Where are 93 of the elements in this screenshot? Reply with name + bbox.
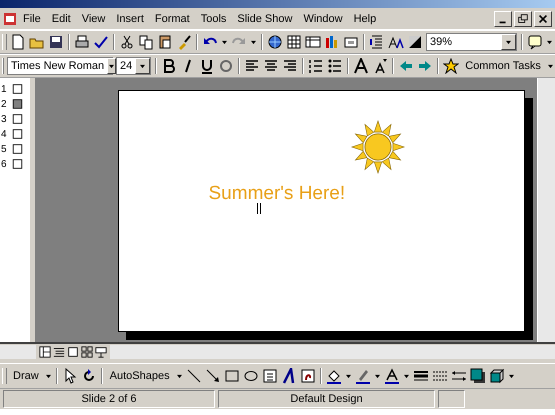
align-center-icon[interactable] (263, 58, 280, 74)
document-icon[interactable] (3, 12, 17, 26)
slide-title: Summer's Here! (208, 183, 346, 205)
slide-view-icon[interactable] (67, 346, 79, 358)
slide-sorter-icon[interactable] (81, 346, 93, 358)
numbered-list-icon[interactable] (308, 58, 324, 74)
status-panel (438, 390, 465, 408)
zoom-dropdown[interactable]: 39% (426, 33, 517, 51)
font-dropdown[interactable]: Times New Roman (7, 57, 113, 75)
slide-icon[interactable] (11, 113, 24, 125)
new-document-icon[interactable] (10, 34, 26, 50)
star-icon[interactable] (443, 58, 460, 74)
horizontal-scrollbar[interactable] (110, 345, 555, 359)
close-icon[interactable] (537, 12, 549, 24)
status-design-name: Default Design (218, 390, 435, 408)
fill-color-icon[interactable] (326, 368, 342, 384)
menu-item[interactable]: View (76, 12, 110, 26)
scissors-icon[interactable] (118, 34, 135, 50)
arrow-style-icon[interactable] (450, 368, 467, 384)
slide-number: 5 (1, 144, 8, 154)
line-icon[interactable] (186, 368, 202, 384)
dropdown-caret-icon[interactable] (108, 64, 116, 68)
table-icon[interactable] (286, 34, 302, 50)
common-tasks-button[interactable]: Common Tasks (462, 59, 544, 73)
arrow-icon[interactable] (204, 368, 221, 384)
dropdown-caret-icon[interactable] (402, 374, 410, 378)
rectangle-icon[interactable] (224, 368, 240, 384)
status-slide-count: Slide 2 of 6 (3, 390, 215, 408)
3d-cube-icon[interactable] (488, 368, 505, 384)
slide-number: 1 (1, 84, 8, 94)
text-box-icon[interactable] (262, 368, 278, 384)
bulleted-list-icon[interactable] (327, 58, 344, 74)
dropdown-caret-icon[interactable] (344, 374, 352, 378)
right-arrow-icon[interactable] (417, 58, 434, 74)
oval-icon[interactable] (242, 368, 259, 384)
line-color-icon[interactable] (354, 368, 371, 384)
sun-drawing (350, 119, 406, 175)
bold-icon[interactable] (161, 58, 178, 74)
slide-icon[interactable] (11, 158, 24, 170)
spelling-check-icon[interactable] (92, 34, 109, 50)
menu-item[interactable]: Format (150, 12, 195, 26)
slide-icon[interactable] (11, 143, 24, 155)
menu-item[interactable]: Help (348, 12, 382, 26)
dropdown-caret-icon[interactable] (546, 64, 554, 68)
slide-show-icon[interactable] (95, 346, 107, 358)
restore-icon[interactable] (517, 12, 529, 24)
save-icon[interactable] (48, 34, 64, 50)
autoshapes-menu-button[interactable]: AutoShapes (106, 369, 173, 383)
align-left-icon[interactable] (244, 58, 260, 74)
menu-item[interactable]: Window (298, 12, 348, 26)
menu-item[interactable]: Insert (111, 12, 149, 26)
slide-number: 2 (1, 98, 8, 110)
font-color-icon[interactable] (384, 368, 400, 384)
slide-number: 6 (1, 158, 8, 170)
copy-icon[interactable] (138, 34, 154, 50)
shadow-icon[interactable] (470, 368, 486, 384)
menu-item[interactable]: Slide Show (232, 12, 298, 26)
font-size-dropdown[interactable]: 24 (116, 57, 152, 75)
dropdown-caret-icon[interactable] (139, 64, 146, 68)
slide-icon[interactable] (11, 83, 24, 95)
close-button[interactable] (534, 10, 552, 26)
align-right-icon[interactable] (282, 58, 298, 74)
slide-icon[interactable] (11, 128, 24, 140)
dropdown-caret-icon[interactable] (374, 374, 381, 378)
wordart-icon[interactable] (280, 368, 297, 384)
restore-button[interactable] (514, 10, 532, 26)
minimize-button[interactable] (494, 10, 512, 26)
globe-icon[interactable] (266, 34, 283, 50)
slide-icon[interactable] (11, 98, 24, 110)
left-arrow-icon[interactable] (398, 58, 414, 74)
normal-view-icon[interactable] (39, 346, 51, 358)
slide-number: 3 (1, 114, 8, 124)
vertical-scrollbar[interactable] (537, 78, 555, 342)
outline-view-icon[interactable] (53, 346, 65, 358)
dropdown-caret-icon[interactable] (220, 40, 228, 44)
help-icon[interactable] (527, 34, 543, 50)
dropdown-caret-icon[interactable] (505, 40, 512, 44)
slide-number: 4 (1, 128, 8, 140)
menu-item[interactable]: Edit (46, 12, 76, 26)
draw-menu-button[interactable]: Draw (10, 369, 42, 383)
increase-font-icon[interactable] (353, 58, 370, 74)
spreadsheet-icon[interactable] (304, 34, 321, 50)
menu-item[interactable]: Tools (196, 12, 232, 26)
dropdown-caret-icon[interactable] (546, 40, 553, 44)
dropdown-caret-icon[interactable] (44, 374, 52, 378)
paste-icon[interactable] (156, 34, 173, 50)
menu-item[interactable]: File (18, 12, 46, 26)
printer-icon[interactable] (74, 34, 90, 50)
horizontal-scrollbar[interactable] (0, 345, 36, 359)
dropdown-caret-icon[interactable] (508, 374, 515, 378)
dropdown-caret-icon[interactable] (250, 40, 257, 44)
bar-chart-icon[interactable] (324, 34, 340, 50)
dropdown-caret-icon[interactable] (176, 374, 183, 378)
